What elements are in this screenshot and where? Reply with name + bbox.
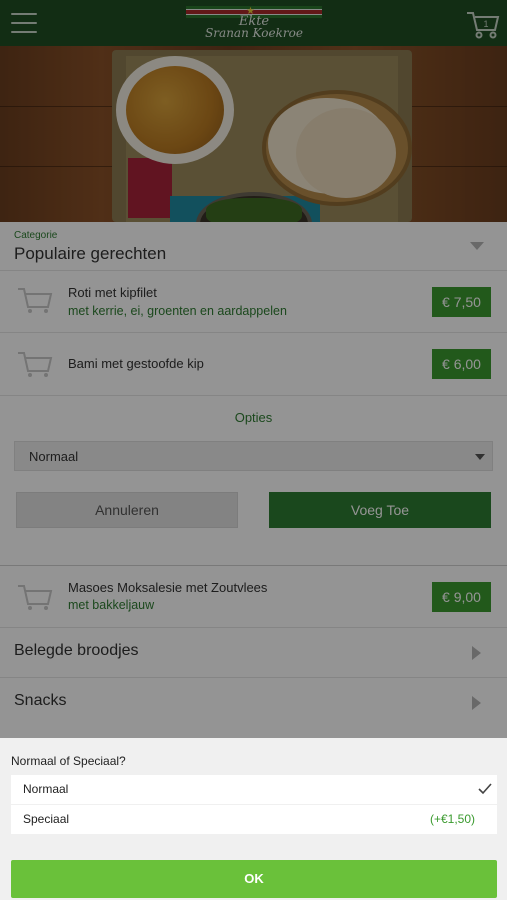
option-label: Speciaal [23,812,70,826]
picker-question: Normaal of Speciaal? [11,754,126,768]
option-label: Normaal [23,782,69,796]
ok-button[interactable]: OK [11,860,497,898]
option-surcharge: (+€1,50) [429,812,475,826]
option-normaal[interactable]: Normaal [11,775,497,804]
modal-backdrop[interactable] [0,0,507,738]
option-speciaal[interactable]: Speciaal (+€1,50) [11,805,497,834]
option-picker-sheet: Normaal of Speciaal? Normaal Speciaal (+… [0,738,507,900]
checkmark-icon [477,781,493,797]
